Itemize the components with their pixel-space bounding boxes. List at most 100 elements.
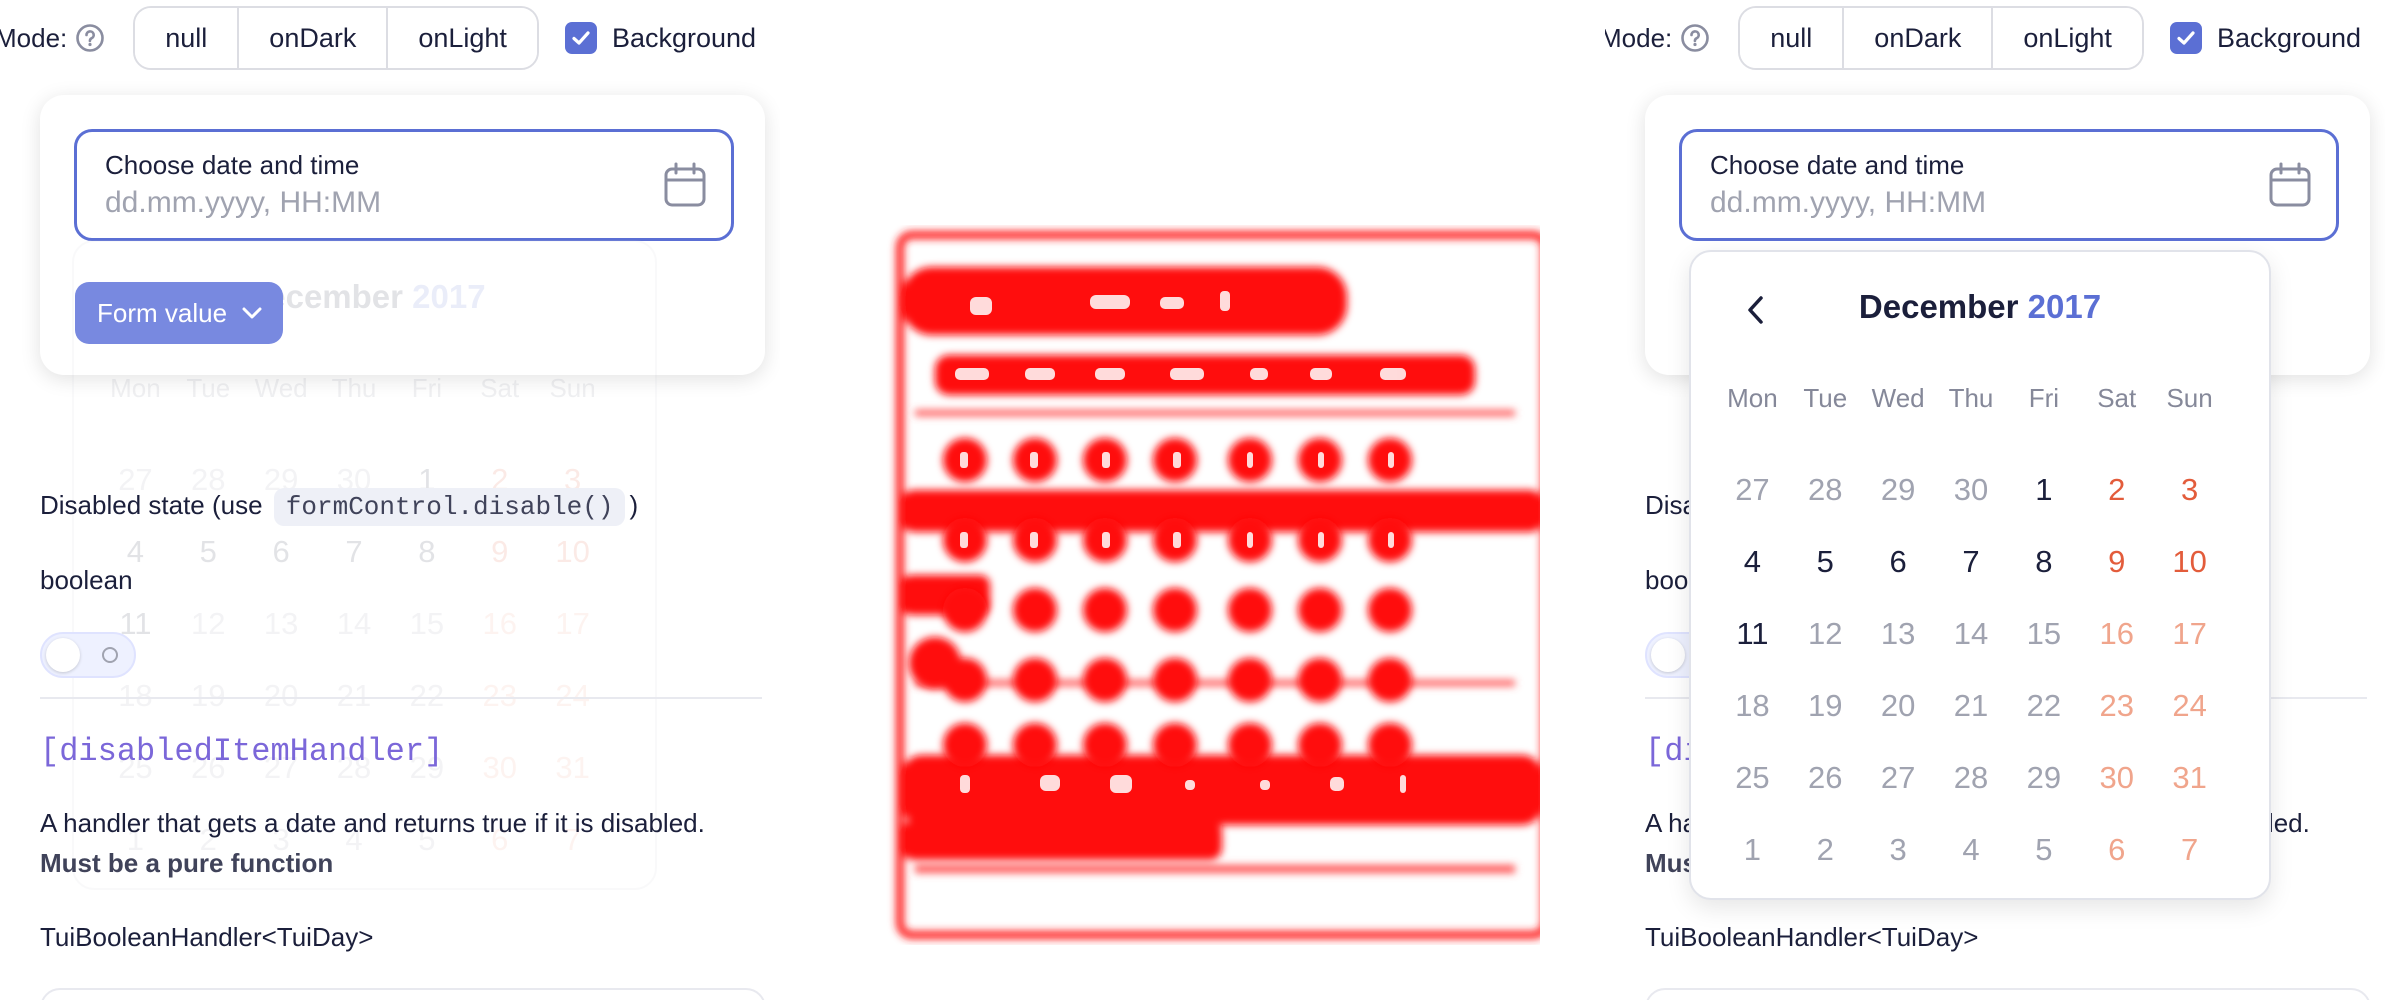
day-cell[interactable]: 30 xyxy=(1935,472,2008,508)
calendar-icon[interactable] xyxy=(663,162,707,208)
day-cell[interactable]: 7 xyxy=(2153,832,2226,868)
day-cell[interactable]: 12 xyxy=(172,606,245,642)
day-cell[interactable]: 19 xyxy=(172,678,245,714)
day-cell[interactable]: 23 xyxy=(463,678,536,714)
week-row: 4 5 6 7 8 9 10 xyxy=(1716,526,2226,598)
mode-onlight-button[interactable]: onLight xyxy=(388,8,537,68)
day-cell[interactable]: 4 xyxy=(1716,544,1789,580)
mode-onlight-button[interactable]: onLight xyxy=(1993,8,2142,68)
prop-description: A handler that gets a date and returns t… xyxy=(40,808,705,838)
weekday-wed: Wed xyxy=(254,372,308,403)
day-cell[interactable]: 27 xyxy=(1862,760,1935,796)
boolean-label: boolean xyxy=(40,565,133,595)
section-divider xyxy=(40,697,762,699)
weekday-tue: Tue xyxy=(186,372,231,403)
day-cell[interactable]: 10 xyxy=(2153,544,2226,580)
background-toggle[interactable]: Background xyxy=(2169,22,2362,54)
week-row: 18 19 20 21 22 23 24 xyxy=(99,660,609,732)
day-cell[interactable]: 13 xyxy=(1862,616,1935,652)
calendar-month: December xyxy=(1858,288,2019,325)
day-cell[interactable]: 3 xyxy=(2153,472,2226,508)
mode-null-button[interactable]: null xyxy=(135,8,240,68)
day-cell[interactable]: 5 xyxy=(172,534,245,570)
day-cell[interactable]: 26 xyxy=(1789,760,1862,796)
next-section-card xyxy=(40,988,766,1000)
day-cell[interactable]: 14 xyxy=(1935,616,2008,652)
day-cell[interactable]: 30 xyxy=(463,750,536,786)
day-cell[interactable]: 21 xyxy=(318,678,391,714)
background-toggle[interactable]: Background xyxy=(564,22,756,54)
toggle-knob xyxy=(46,638,80,672)
mode-null-button[interactable]: null xyxy=(1740,8,1845,68)
day-cell[interactable]: 15 xyxy=(390,606,463,642)
prop-name[interactable]: [disabledItemHandler] xyxy=(40,733,443,770)
day-cell[interactable]: 2 xyxy=(2080,472,2153,508)
weekday-row: Mon Tue Wed Thu Fri Sat Sun xyxy=(1716,382,2226,414)
day-cell[interactable]: 6 xyxy=(2080,832,2153,868)
day-cell[interactable]: 31 xyxy=(536,750,609,786)
mode-ondark-button[interactable]: onDark xyxy=(1844,8,1994,68)
disabled-toggle[interactable] xyxy=(40,632,136,678)
day-cell[interactable]: 10 xyxy=(536,534,609,570)
day-cell[interactable]: 20 xyxy=(245,678,318,714)
day-cell[interactable]: 29 xyxy=(2007,760,2080,796)
day-cell[interactable]: 3 xyxy=(1862,832,1935,868)
day-cell[interactable]: 27 xyxy=(1716,472,1789,508)
weekday-mon: Mon xyxy=(1727,382,1778,413)
day-cell[interactable]: 9 xyxy=(2080,544,2153,580)
day-cell[interactable]: 1 xyxy=(1716,832,1789,868)
calendar-grid: Mon Tue Wed Thu Fri Sat Sun 27 28 29 30 … xyxy=(1716,382,2226,886)
date-time-input[interactable]: Choose date and time dd.mm.yyyy, HH:MM xyxy=(1679,129,2339,241)
day-cell[interactable]: 7 xyxy=(1935,544,2008,580)
day-cell[interactable]: 28 xyxy=(1789,472,1862,508)
day-cell[interactable]: 11 xyxy=(1716,616,1789,652)
background-label: Background xyxy=(2216,22,2362,53)
day-cell[interactable]: 5 xyxy=(1789,544,1862,580)
day-cell[interactable]: 23 xyxy=(2080,688,2153,724)
calendar-icon[interactable] xyxy=(2268,162,2312,208)
weekday-mon: Mon xyxy=(110,372,161,403)
day-cell[interactable]: 5 xyxy=(2007,832,2080,868)
day-cell[interactable]: 21 xyxy=(1935,688,2008,724)
day-cell[interactable]: 8 xyxy=(390,534,463,570)
day-cell[interactable]: 17 xyxy=(2153,616,2226,652)
day-cell[interactable]: 28 xyxy=(1935,760,2008,796)
day-cell[interactable]: 29 xyxy=(1862,472,1935,508)
day-cell[interactable]: 17 xyxy=(536,606,609,642)
day-cell[interactable]: 19 xyxy=(1789,688,1862,724)
background-checkbox[interactable] xyxy=(564,22,597,54)
day-cell[interactable]: 18 xyxy=(99,678,172,714)
date-time-input[interactable]: Choose date and time dd.mm.yyyy, HH:MM xyxy=(74,129,734,241)
day-cell[interactable]: 6 xyxy=(245,534,318,570)
background-checkbox[interactable] xyxy=(2169,22,2202,54)
day-cell[interactable]: 31 xyxy=(2153,760,2226,796)
day-cell[interactable]: 12 xyxy=(1789,616,1862,652)
day-cell[interactable]: 7 xyxy=(318,534,391,570)
day-cell[interactable]: 4 xyxy=(1935,832,2008,868)
day-cell[interactable]: 20 xyxy=(1862,688,1935,724)
day-cell[interactable]: 8 xyxy=(2007,544,2080,580)
form-value-button[interactable]: Form value xyxy=(75,282,284,344)
field-placeholder: dd.mm.yyyy, HH:MM xyxy=(1710,186,1987,219)
day-cell[interactable]: 24 xyxy=(536,678,609,714)
day-cell[interactable]: 16 xyxy=(463,606,536,642)
day-cell[interactable]: 9 xyxy=(463,534,536,570)
day-cell[interactable]: 14 xyxy=(318,606,391,642)
day-cell[interactable]: 2 xyxy=(1789,832,1862,868)
day-cell[interactable]: 6 xyxy=(1862,544,1935,580)
mode-ondark-button[interactable]: onDark xyxy=(239,8,389,68)
day-cell[interactable]: 24 xyxy=(2153,688,2226,724)
day-cell[interactable]: 16 xyxy=(2080,616,2153,652)
calendar-title[interactable]: December 2017 xyxy=(1691,288,2269,326)
day-cell[interactable]: 1 xyxy=(2007,472,2080,508)
day-cell[interactable]: 22 xyxy=(2007,688,2080,724)
day-cell[interactable]: 18 xyxy=(1716,688,1789,724)
help-icon[interactable] xyxy=(1680,23,1710,53)
day-cell[interactable]: 25 xyxy=(1716,760,1789,796)
help-icon[interactable] xyxy=(75,23,105,53)
day-cell[interactable]: 15 xyxy=(2007,616,2080,652)
day-cell[interactable]: 22 xyxy=(390,678,463,714)
check-icon xyxy=(2177,31,2195,45)
day-cell[interactable]: 30 xyxy=(2080,760,2153,796)
day-cell[interactable]: 13 xyxy=(245,606,318,642)
